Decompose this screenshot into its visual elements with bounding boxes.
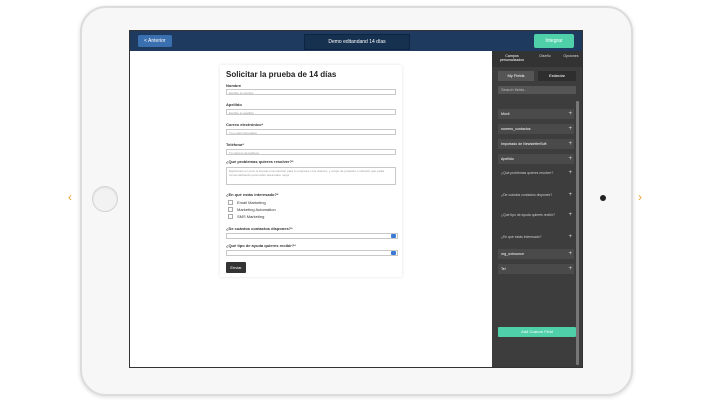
submit-button[interactable]: Enviar xyxy=(226,262,246,273)
add-custom-field-button[interactable]: Add Custom Field xyxy=(498,327,576,337)
plus-icon[interactable]: + xyxy=(568,192,572,197)
field-item-label: Apellido xyxy=(501,157,514,161)
question-item[interactable]: ¿En qué estás interesado? + xyxy=(498,234,574,239)
question-item[interactable]: ¿De cuántos contactos dispones? + xyxy=(498,192,574,197)
field-item[interactable]: Apellido + xyxy=(498,154,574,164)
plus-icon[interactable]: + xyxy=(568,234,572,239)
checkbox-email-marketing[interactable]: Email Marketing xyxy=(228,200,266,206)
field-search-input[interactable]: Search fields... xyxy=(498,86,576,94)
ayuda-label: ¿Qué tipo de ayuda quieres recibir?* xyxy=(226,243,296,248)
page-title: Demo editandand 14 días xyxy=(304,34,410,50)
plus-icon[interactable]: + xyxy=(568,139,572,149)
panel-subtabs: My Fields Estándar xyxy=(498,71,576,81)
problemas-textarea[interactable]: Explícanos un poco si buscas una solució… xyxy=(226,167,396,185)
panel-scrollbar[interactable] xyxy=(576,101,579,365)
field-item[interactable]: Importado de NewsletterSoft + xyxy=(498,139,574,149)
question-item-label: ¿De cuántos contactos dispones? xyxy=(501,193,553,197)
interesado-label: ¿En qué estás interesado?* xyxy=(226,192,279,197)
field-item-label: numero_contactos xyxy=(501,127,531,131)
correo-input[interactable]: Tu e-mail corporativo xyxy=(226,129,396,135)
plus-icon[interactable]: + xyxy=(568,249,572,259)
top-bar: < Anterior Demo editandand 14 días Integ… xyxy=(130,31,582,51)
plus-icon[interactable]: + xyxy=(568,154,572,164)
question-item[interactable]: ¿Qué tipo de ayuda quieres recibir? + xyxy=(498,212,574,217)
field-item-label: Móvil xyxy=(501,112,510,116)
checkbox-label: Marketing Automation xyxy=(237,207,276,212)
plus-icon[interactable]: + xyxy=(568,212,572,217)
tab-opciones[interactable]: Opciones xyxy=(560,54,582,58)
apellido-label: Apellido xyxy=(226,102,242,107)
question-item-label: ¿En qué estás interesado? xyxy=(501,235,542,239)
checkbox-icon xyxy=(228,214,233,220)
home-button[interactable] xyxy=(92,186,118,212)
question-item-label: ¿Qué problemas quieres resolver? xyxy=(501,171,554,175)
plus-icon[interactable]: + xyxy=(568,124,572,134)
form-title: Solicitar la prueba de 14 días xyxy=(226,70,337,79)
problemas-label: ¿Qué problemas quieres resolver?* xyxy=(226,159,294,164)
plus-icon[interactable]: + xyxy=(568,264,572,274)
select-arrow-icon xyxy=(391,234,396,238)
field-item[interactable]: Móvil + xyxy=(498,109,574,119)
subtab-estandar[interactable]: Estándar xyxy=(538,71,576,81)
field-item[interactable]: numero_contactos + xyxy=(498,124,574,134)
field-item[interactable]: Tel + xyxy=(498,264,574,274)
nombre-label: Nombre xyxy=(226,83,242,88)
field-item[interactable]: org_unbounce + xyxy=(498,249,574,259)
checkbox-marketing-automation[interactable]: Marketing Automation xyxy=(228,207,276,213)
contactos-label: ¿De cuántos contactos dispones?* xyxy=(226,226,293,231)
form-canvas: Solicitar la prueba de 14 días Nombre Es… xyxy=(130,51,492,367)
field-item-label: Importado de NewsletterSoft xyxy=(501,142,547,146)
nombre-input[interactable]: Escribe tu nombre xyxy=(226,89,396,95)
field-item-label: Tel xyxy=(501,267,506,271)
select-arrow-icon xyxy=(391,251,396,255)
prev-arrow-icon[interactable]: ‹ xyxy=(68,190,72,204)
form-card: Solicitar la prueba de 14 días Nombre Es… xyxy=(220,65,402,277)
telefono-label: Teléfono* xyxy=(226,142,244,147)
contactos-select[interactable] xyxy=(226,233,398,239)
plus-icon[interactable]: + xyxy=(568,170,572,175)
plus-icon[interactable]: + xyxy=(568,109,572,119)
camera-dot xyxy=(600,195,606,201)
app-screen: < Anterior Demo editandand 14 días Integ… xyxy=(129,30,583,368)
checkbox-label: SMS Marketing xyxy=(237,214,265,219)
correo-label: Correo electrónico* xyxy=(226,122,264,127)
save-button[interactable]: Integrar xyxy=(534,34,574,48)
subtab-my-fields[interactable]: My Fields xyxy=(498,71,534,81)
checkbox-label: Email Marketing xyxy=(237,200,266,205)
question-item[interactable]: ¿Qué problemas quieres resolver? + xyxy=(498,170,574,175)
apellido-input[interactable]: Escribe tu apellido xyxy=(226,109,396,115)
checkbox-icon xyxy=(228,207,233,213)
ayuda-select[interactable] xyxy=(226,250,398,256)
tab-campos[interactable]: Campos personalizados xyxy=(494,54,530,62)
panel-tabs: Campos personalizados Diseño Opciones xyxy=(492,51,582,67)
side-panel: Campos personalizados Diseño Opciones My… xyxy=(492,51,582,367)
question-item-label: ¿Qué tipo de ayuda quieres recibir? xyxy=(501,213,555,217)
checkbox-sms-marketing[interactable]: SMS Marketing xyxy=(228,214,265,220)
telefono-input[interactable]: Tu número de teléfono xyxy=(226,149,396,155)
back-button[interactable]: < Anterior xyxy=(138,35,172,47)
checkbox-icon xyxy=(228,200,233,206)
next-arrow-icon[interactable]: › xyxy=(638,190,642,204)
tab-diseno[interactable]: Diseño xyxy=(534,54,556,58)
field-item-label: org_unbounce xyxy=(501,252,524,256)
